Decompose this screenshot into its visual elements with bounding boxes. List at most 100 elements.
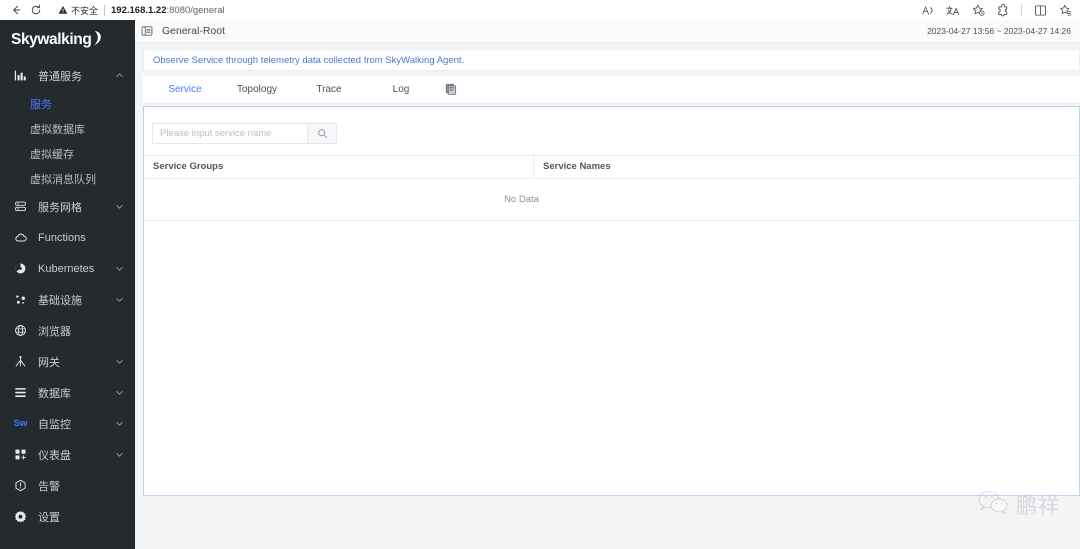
table-empty-row: No Data — [144, 179, 1079, 221]
browser-back-button[interactable] — [6, 1, 26, 19]
sidebar-subitem-virtual-mq[interactable]: 虚拟消息队列 — [0, 166, 135, 191]
server-stack-icon — [13, 199, 28, 214]
chevron-down-icon[interactable] — [114, 357, 124, 367]
url-path: :8080/general — [166, 4, 225, 16]
tab-log[interactable]: Log — [365, 76, 437, 104]
url-text[interactable]: 192.168.1.22:8080/general — [111, 5, 225, 16]
sidebar-item-browser[interactable]: 浏览器 — [0, 315, 135, 346]
bar-chart-icon — [13, 68, 28, 83]
sidebar-item-label: 浏览器 — [38, 325, 71, 338]
chevron-down-icon[interactable] — [114, 264, 124, 274]
top-bar: General-Root 2023-04-27 13:56 ~ 2023-04-… — [135, 20, 1080, 43]
search-row — [144, 123, 1079, 144]
browser-toolbar: 不安全 192.168.1.22:8080/general — [0, 0, 1080, 20]
no-data-text: No Data — [504, 194, 539, 205]
sidebar-subitem-virtual-database[interactable]: 虚拟数据库 — [0, 116, 135, 141]
split-screen-icon[interactable] — [1033, 3, 1047, 17]
sidebar-item-general-service[interactable]: 普通服务 — [0, 60, 135, 91]
sidebar-item-settings[interactable]: 设置 — [0, 501, 135, 532]
skywalking-logo-text: Skywalking — [11, 31, 92, 48]
cloud-icon — [13, 230, 28, 245]
content-area: Observe Service through telemetry data c… — [135, 43, 1080, 549]
app-root: Skywalking 普通服务 服务 虚拟数据库 虚拟缓存 虚拟消息队列 服务网… — [0, 20, 1080, 549]
action-divider — [1021, 4, 1022, 16]
address-bar[interactable]: 不安全 192.168.1.22:8080/general — [52, 1, 913, 19]
breadcrumb[interactable]: General-Root — [162, 25, 225, 37]
gateway-icon — [13, 354, 28, 369]
chevron-down-icon[interactable] — [114, 295, 124, 305]
chevron-down-icon[interactable] — [114, 419, 124, 429]
sidebar-item-dashboard[interactable]: 仪表盘 — [0, 439, 135, 470]
security-warning[interactable]: 不安全 — [58, 4, 98, 17]
no-chevron — [114, 481, 124, 491]
chevron-up-icon[interactable] — [114, 71, 124, 81]
tab-topology[interactable]: Topology — [221, 76, 293, 104]
nodes-icon — [13, 292, 28, 307]
sidebar-item-label: Functions — [38, 231, 86, 244]
sidebar-item-self-observability[interactable]: Sw 自监控 — [0, 408, 135, 439]
table-header-row: Service Groups Service Names — [144, 155, 1079, 179]
sidebar-item-functions[interactable]: Functions — [0, 222, 135, 253]
date-range-picker[interactable]: 2023-04-27 13:56 ~ 2023-04-27 14:26 — [927, 26, 1071, 36]
sidebar-subitem-label: 虚拟消息队列 — [30, 173, 96, 186]
omnibox-divider — [104, 4, 106, 16]
chevron-down-icon[interactable] — [114, 450, 124, 460]
sidebar-item-gateway[interactable]: 网关 — [0, 346, 135, 377]
sidebar-subitem-label: 服务 — [30, 98, 52, 111]
service-panel: Service Groups Service Names No Data — [143, 106, 1080, 496]
sidebar-item-infrastructure[interactable]: 基础设施 — [0, 284, 135, 315]
url-host: 192.168.1.22 — [111, 4, 167, 16]
sidebar-item-label: 基础设施 — [38, 294, 82, 307]
warning-triangle-icon — [58, 5, 68, 14]
sidebar-subitem-service[interactable]: 服务 — [0, 91, 135, 116]
search-input[interactable] — [152, 123, 307, 144]
sidebar: Skywalking 普通服务 服务 虚拟数据库 虚拟缓存 虚拟消息队列 服务网… — [0, 20, 135, 549]
favorite-star-icon[interactable] — [971, 3, 985, 17]
tab-trace[interactable]: Trace — [293, 76, 365, 104]
chevron-down-icon[interactable] — [114, 388, 124, 398]
tab-service[interactable]: Service — [149, 76, 221, 104]
database-list-icon — [13, 385, 28, 400]
collections-icon[interactable] — [1058, 3, 1072, 17]
sidebar-item-kubernetes[interactable]: Kubernetes — [0, 253, 135, 284]
top-bar-left: General-Root — [141, 25, 927, 37]
sidebar-subitem-virtual-cache[interactable]: 虚拟缓存 — [0, 141, 135, 166]
dashboard-grid-icon — [13, 447, 28, 462]
copy-duplicate-icon[interactable] — [437, 76, 465, 104]
browser-reload-button[interactable] — [26, 1, 46, 19]
browser-action-icons — [921, 3, 1074, 17]
sidebar-item-label: 仪表盘 — [38, 449, 71, 462]
column-header-service-names: Service Names — [543, 161, 611, 172]
kubernetes-icon — [13, 261, 28, 276]
sidebar-item-label: Kubernetes — [38, 262, 95, 275]
skywalking-moon-icon — [92, 30, 103, 51]
sidebar-item-label: 设置 — [38, 511, 60, 524]
collapse-sidebar-icon[interactable] — [141, 25, 153, 37]
sidebar-item-service-mesh[interactable]: 服务网格 — [0, 191, 135, 222]
search-button[interactable] — [307, 123, 337, 144]
alarm-bell-icon — [13, 478, 28, 493]
extensions-puzzle-icon[interactable] — [996, 3, 1010, 17]
globe-icon — [13, 323, 28, 338]
sidebar-item-label: 服务网格 — [38, 201, 82, 214]
sidebar-subitem-label: 虚拟缓存 — [30, 148, 74, 161]
sw-badge-text: Sw — [13, 418, 28, 429]
sidebar-item-label: 自监控 — [38, 418, 71, 431]
sidebar-item-label: 告警 — [38, 480, 60, 493]
skywalking-sw-icon: Sw — [13, 416, 28, 431]
skywalking-logo[interactable]: Skywalking — [0, 20, 135, 60]
security-warning-label: 不安全 — [71, 5, 99, 16]
gear-icon — [13, 509, 28, 524]
main-content: General-Root 2023-04-27 13:56 ~ 2023-04-… — [135, 20, 1080, 549]
no-chevron — [114, 326, 124, 336]
sidebar-item-label: 普通服务 — [38, 70, 82, 83]
translate-icon[interactable] — [946, 3, 960, 17]
chevron-down-icon[interactable] — [114, 202, 124, 212]
sidebar-item-database[interactable]: 数据库 — [0, 377, 135, 408]
no-chevron — [114, 233, 124, 243]
read-aloud-icon[interactable] — [921, 3, 935, 17]
info-banner-text: Observe Service through telemetry data c… — [153, 54, 465, 66]
info-banner: Observe Service through telemetry data c… — [143, 49, 1080, 71]
no-chevron — [114, 512, 124, 522]
sidebar-item-alarm[interactable]: 告警 — [0, 470, 135, 501]
